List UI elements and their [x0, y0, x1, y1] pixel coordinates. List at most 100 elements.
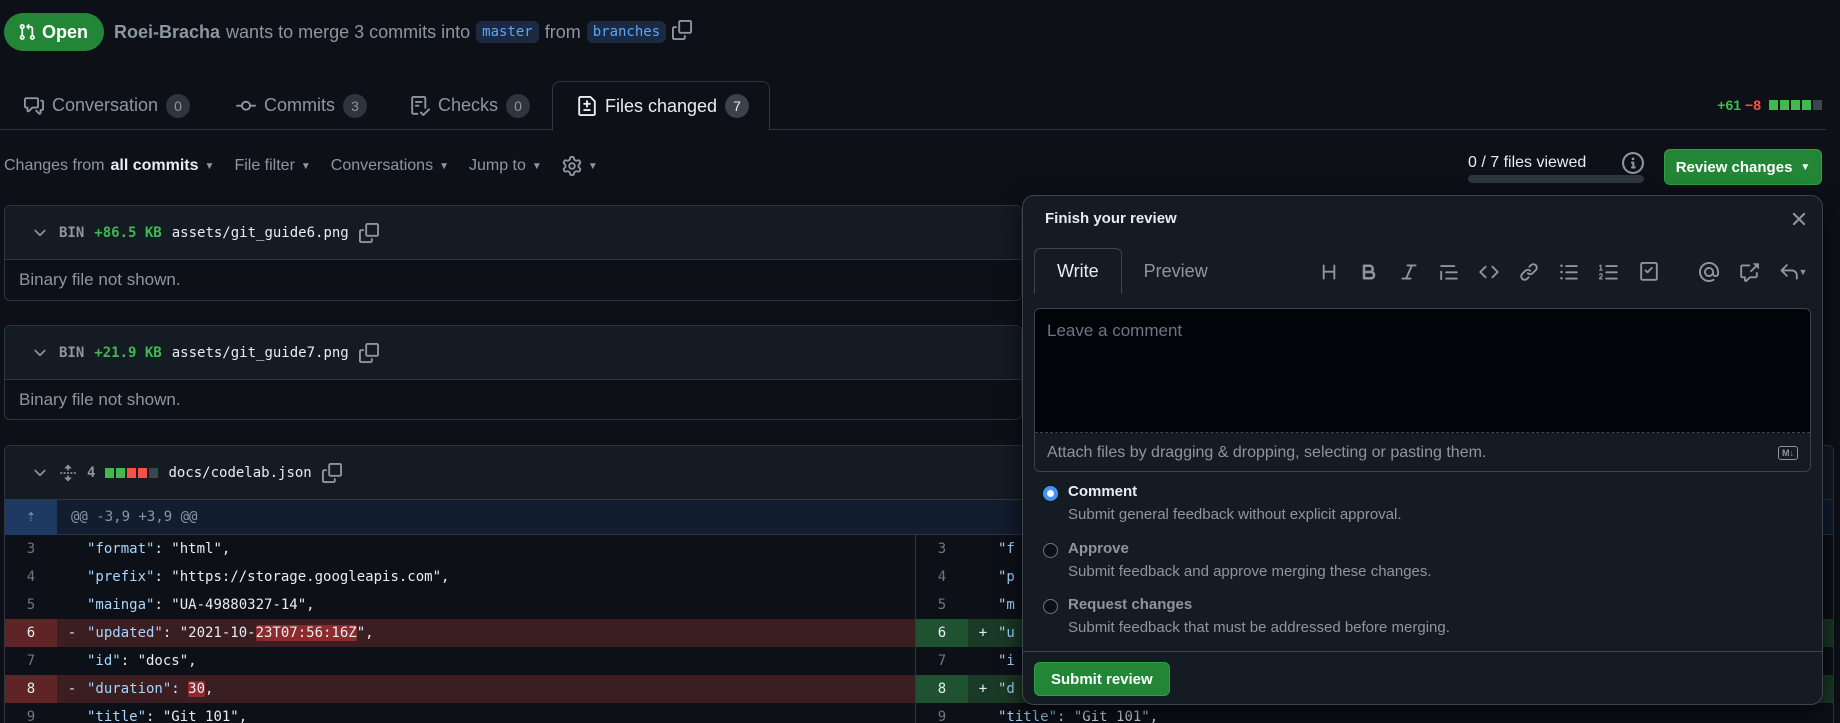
chevron-down-icon[interactable]: [31, 224, 49, 242]
line-number[interactable]: 7: [916, 647, 968, 675]
bold-button[interactable]: [1349, 256, 1389, 288]
copy-branch-button[interactable]: [672, 19, 693, 45]
tab-write[interactable]: Write: [1034, 248, 1122, 294]
markdown-toolbar: ▼: [1309, 256, 1817, 288]
file-filter-dropdown[interactable]: File filter ▼: [234, 157, 310, 175]
numbered-list-button[interactable]: [1589, 256, 1629, 288]
tab-commits-label: Commits: [264, 95, 335, 115]
changes-from-dropdown[interactable]: Changes from all commits ▼: [4, 157, 214, 175]
line-number[interactable]: 9: [5, 703, 57, 723]
attach-files-bar[interactable]: Attach files by dragging & dropping, sel…: [1035, 433, 1810, 471]
line-number[interactable]: 3: [916, 535, 968, 563]
line-number[interactable]: 6: [5, 619, 57, 647]
pr-tabs: Conversation 0 Commits 3 Checks 0 Files …: [0, 81, 1826, 131]
base-branch-label[interactable]: master: [476, 21, 539, 43]
line-number[interactable]: 4: [5, 563, 57, 591]
diff-sign: -: [67, 681, 77, 697]
diff-line-left: 6- "updated": "2021-10-23T07:56:16Z",: [5, 619, 915, 647]
tab-commits[interactable]: Commits 3: [212, 81, 387, 130]
line-number[interactable]: 9: [916, 703, 968, 723]
file-entry: BIN +86.5 KB assets/git_guide6.png Binar…: [4, 205, 1022, 301]
review-option-comment[interactable]: Comment Submit general feedback without …: [1043, 483, 1402, 523]
line-number[interactable]: 7: [5, 647, 57, 675]
line-number[interactable]: 8: [5, 675, 57, 703]
chevron-down-icon[interactable]: [31, 464, 49, 482]
submit-review-button[interactable]: Submit review: [1034, 662, 1170, 696]
review-option-request-changes[interactable]: Request changes Submit feedback that mus…: [1043, 596, 1450, 636]
code-text: "u: [998, 625, 1015, 641]
copy-icon[interactable]: [358, 222, 379, 243]
unfold-icon[interactable]: [59, 464, 77, 482]
pr-author-link[interactable]: Roei-Bracha: [114, 22, 220, 43]
jump-to-dropdown[interactable]: Jump to ▼: [469, 157, 542, 175]
line-number[interactable]: 5: [5, 591, 57, 619]
link-button[interactable]: [1509, 256, 1549, 288]
tab-conversation[interactable]: Conversation 0: [0, 81, 210, 130]
diff-line-left: 5 "mainga": "UA-49880327-14",: [5, 591, 915, 619]
italic-button[interactable]: [1389, 256, 1429, 288]
radio-comment[interactable]: [1043, 486, 1058, 501]
code-content: "format": "html",: [87, 541, 230, 557]
file-body-text: Binary file not shown.: [19, 390, 181, 409]
conversations-dropdown[interactable]: Conversations ▼: [331, 157, 449, 175]
heading-button[interactable]: [1309, 256, 1349, 288]
code-content: "title": "Git 101",: [998, 709, 1158, 723]
comment-textarea[interactable]: Leave a comment: [1035, 309, 1810, 433]
head-branch-label[interactable]: branches: [586, 21, 667, 43]
expand-up-button[interactable]: ⇡: [5, 499, 57, 535]
tab-files-changed[interactable]: Files changed 7: [552, 81, 771, 131]
line-number[interactable]: 6: [916, 619, 968, 647]
line-number[interactable]: 5: [916, 591, 968, 619]
close-icon[interactable]: [1788, 208, 1810, 230]
code-text: "i: [998, 653, 1015, 669]
review-changes-button[interactable]: Review changes ▼: [1664, 149, 1822, 185]
diffstat-deletions: −8: [1745, 97, 1761, 113]
line-number[interactable]: 3: [5, 535, 57, 563]
checklist-icon: [411, 95, 430, 116]
mention-button[interactable]: [1689, 256, 1729, 288]
task-list-button[interactable]: [1629, 256, 1669, 288]
changed-text: 30: [188, 681, 206, 697]
tab-checks[interactable]: Checks 0: [386, 81, 550, 130]
tab-preview[interactable]: Preview: [1122, 248, 1230, 294]
code-text: : "Git 101",: [1057, 709, 1159, 723]
comment-discussion-icon: [24, 96, 44, 115]
diff-settings-dropdown[interactable]: ▼: [562, 156, 598, 176]
info-icon[interactable]: [1622, 152, 1644, 174]
bold-icon: [1362, 264, 1376, 280]
chevron-down-icon[interactable]: [31, 344, 49, 362]
line-number[interactable]: 8: [916, 675, 968, 703]
code-text: : "2021-10-: [162, 625, 256, 641]
radio-approve[interactable]: [1043, 543, 1058, 558]
file-path-link[interactable]: docs/codelab.json: [168, 465, 311, 481]
tab-conversation-label: Conversation: [52, 95, 159, 115]
mention-icon: [1699, 262, 1719, 282]
caret-down-icon: ▼: [1798, 267, 1808, 277]
option-description: Submit feedback that must be addressed b…: [1068, 619, 1450, 636]
saved-replies-button[interactable]: ▼: [1769, 256, 1817, 288]
code-button[interactable]: [1469, 256, 1509, 288]
diff-line-left: 7 "id": "docs",: [5, 647, 915, 675]
code-text: : "docs",: [120, 653, 197, 669]
reference-button[interactable]: [1729, 256, 1769, 288]
copy-icon[interactable]: [321, 462, 342, 483]
bulleted-list-button[interactable]: [1549, 256, 1589, 288]
radio-request-changes[interactable]: [1043, 599, 1058, 614]
attach-files-hint: Attach files by dragging & dropping, sel…: [1047, 444, 1487, 461]
json-key: "mainga": [87, 597, 155, 613]
json-key: "format": [87, 541, 155, 557]
review-option-approve[interactable]: Approve Submit feedback and approve merg…: [1043, 540, 1432, 580]
markdown-icon[interactable]: M↓: [1778, 446, 1798, 460]
quote-button[interactable]: [1429, 256, 1469, 288]
line-number[interactable]: 4: [916, 563, 968, 591]
pr-state-badge: Open: [4, 13, 105, 51]
caret-down-icon: ▼: [300, 160, 311, 172]
pr-diffstat: +61 −8: [1717, 97, 1822, 113]
file-path-link[interactable]: assets/git_guide7.png: [172, 345, 349, 361]
file-entry: BIN +21.9 KB assets/git_guide7.png Binar…: [4, 325, 1022, 420]
code-text: "d: [998, 681, 1015, 697]
pr-state-label: Open: [42, 21, 89, 42]
changes-from-label: Changes from: [4, 157, 105, 174]
copy-icon[interactable]: [358, 342, 379, 363]
file-path-link[interactable]: assets/git_guide6.png: [172, 225, 349, 241]
